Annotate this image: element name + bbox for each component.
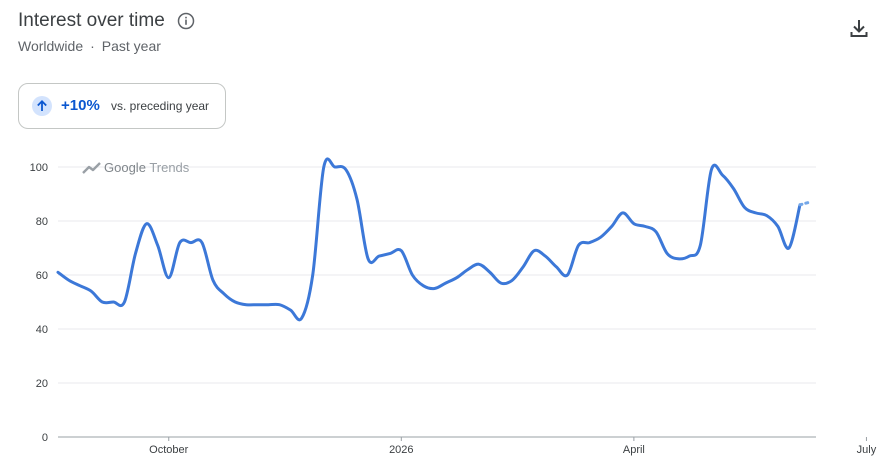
x-tick-label: July — [857, 444, 877, 456]
series-layer — [56, 157, 812, 322]
y-tick-label: 20 — [36, 378, 48, 390]
y-axis-ticks: 0 20 40 60 80 100 — [30, 162, 48, 444]
series-line — [56, 157, 802, 322]
watermark-product: Trends — [149, 160, 190, 175]
y-tick-label: 0 — [42, 432, 48, 444]
interest-chart: 0 20 40 60 80 100 October 2026 April July — [30, 157, 877, 456]
x-tick-label: 2026 — [389, 444, 413, 456]
series-partial-segment — [798, 200, 812, 207]
x-axis-ticks: October 2026 April July — [149, 437, 877, 456]
grid-layer — [58, 166, 816, 438]
trends-logo-icon — [82, 162, 101, 174]
x-tick-label: October — [149, 444, 188, 456]
x-tick-label: April — [623, 444, 645, 456]
google-trends-watermark: Google Trends — [82, 159, 189, 177]
y-tick-label: 60 — [36, 270, 48, 282]
y-tick-label: 40 — [36, 324, 48, 336]
watermark-brand: Google — [104, 160, 146, 175]
y-tick-label: 100 — [30, 162, 48, 174]
y-tick-label: 80 — [36, 216, 48, 228]
